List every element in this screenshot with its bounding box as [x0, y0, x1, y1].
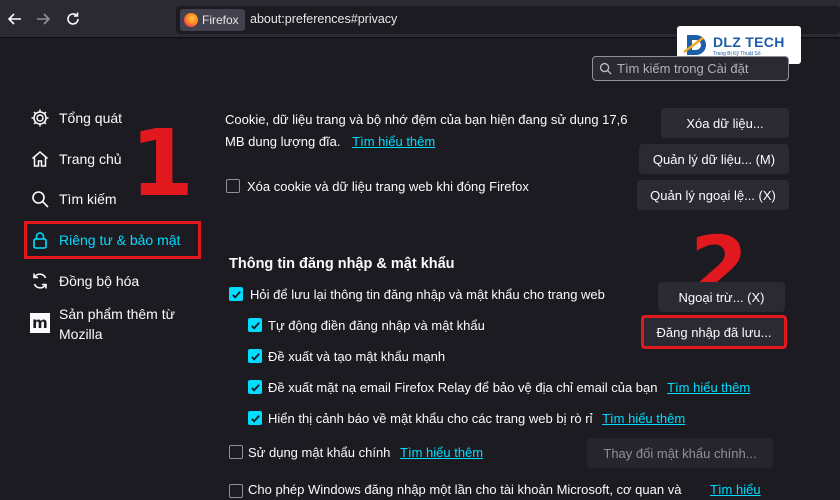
sidebar-item-label: Trang chủ — [59, 151, 122, 167]
windows-sso-label: Cho phép Windows đăng nhập một lần cho t… — [248, 482, 682, 497]
firefox-logo-icon — [184, 13, 198, 27]
windows-sso-checkbox[interactable] — [229, 484, 243, 498]
identity-label: Firefox — [202, 13, 239, 27]
relay-mask-row: Đề xuất mặt nạ email Firefox Relay để bả… — [268, 380, 750, 395]
reload-icon — [67, 12, 79, 25]
sidebar-item-label: Riêng tư & bảo mật — [59, 232, 181, 248]
primary-password-checkbox[interactable] — [229, 445, 243, 459]
ask-save-logins-checkbox[interactable] — [229, 287, 243, 301]
search-icon — [32, 191, 49, 208]
breach-alerts-checkbox[interactable] — [248, 411, 262, 425]
sidebar-item-label: Tổng quát — [59, 110, 123, 126]
step-1-annotation: 1 — [130, 110, 195, 217]
clear-data-button[interactable]: Xóa dữ liệu... — [661, 108, 789, 138]
relay-mask-label: Đề xuất mặt nạ email Firefox Relay để bả… — [268, 380, 658, 395]
sidebar-item-general[interactable]: Tổng quát — [30, 108, 122, 128]
back-arrow-icon — [7, 13, 21, 25]
sidebar-item-label: Tìm kiếm — [59, 191, 117, 207]
autofill-logins-label: Tự động điền đăng nhập và mật khẩu — [268, 318, 485, 333]
breach-learn-more-link[interactable]: Tìm hiểu thêm — [602, 411, 685, 426]
suggest-strong-password-checkbox[interactable] — [248, 349, 262, 363]
search-input[interactable] — [617, 61, 777, 76]
relay-learn-more-link[interactable]: Tìm hiểu thêm — [667, 380, 750, 395]
sidebar-item-label: Mozilla — [59, 326, 103, 342]
search-icon — [599, 62, 612, 75]
breach-alerts-row: Hiển thị cảnh báo về mật khẩu cho các tr… — [268, 411, 685, 426]
sidebar-item-mozilla-addons[interactable]: m Sản phẩm thêm từ Mozilla — [30, 304, 175, 344]
back-button[interactable] — [4, 8, 26, 30]
login-exceptions-button[interactable]: Ngoại trừ... (X) — [658, 282, 785, 312]
sidebar-item-sync[interactable]: Đồng bộ hóa — [30, 271, 139, 291]
relay-mask-checkbox[interactable] — [248, 380, 262, 394]
forward-button[interactable] — [32, 8, 54, 30]
lock-icon — [33, 232, 47, 249]
logins-heading: Thông tin đăng nhập & mật khẩu — [229, 256, 455, 272]
primary-password-learn-more-link[interactable]: Tìm hiểu thêm — [400, 445, 483, 460]
manage-exceptions-button[interactable]: Quản lý ngoại lệ... (X) — [637, 180, 789, 210]
home-icon — [32, 151, 48, 167]
cookie-usage-text: Cookie, dữ liệu trang và bộ nhớ đệm của … — [225, 112, 628, 127]
windows-sso-learn-more-link[interactable]: Tìm hiểu — [710, 482, 761, 497]
saved-logins-button[interactable]: Đăng nhập đã lưu... — [641, 315, 787, 349]
watermark-title: DLZ TECH — [713, 33, 785, 50]
gear-icon — [31, 109, 49, 127]
sidebar-item-search[interactable]: Tìm kiếm — [30, 189, 117, 209]
delete-cookies-on-close-checkbox[interactable] — [226, 179, 240, 193]
delete-cookies-on-close-label: Xóa cookie và dữ liệu trang web khi đóng… — [247, 179, 529, 194]
checkmark-icon — [250, 383, 260, 392]
sync-icon — [33, 273, 47, 289]
checkmark-icon — [250, 352, 260, 361]
identity-box[interactable]: Firefox — [180, 9, 245, 31]
autofill-logins-checkbox[interactable] — [248, 318, 262, 332]
checkmark-icon — [250, 321, 260, 330]
primary-password-label: Sử dụng mật khẩu chính — [248, 445, 391, 460]
url-text[interactable]: about:preferences#privacy — [250, 12, 397, 26]
sidebar-item-home[interactable]: Trang chủ — [30, 149, 122, 169]
ask-save-logins-label: Hỏi để lưu lại thông tin đăng nhập và mậ… — [250, 287, 605, 302]
mozilla-icon: m — [30, 313, 50, 333]
sidebar-item-privacy[interactable]: Riêng tư & bảo mật — [30, 230, 180, 250]
sidebar-item-label: Đồng bộ hóa — [59, 273, 140, 289]
suggest-strong-password-label: Đề xuất và tạo mật khẩu mạnh — [268, 349, 446, 364]
dlz-logo-icon — [683, 35, 706, 55]
checkmark-icon — [250, 414, 260, 423]
checkmark-icon — [231, 290, 241, 299]
sidebar-item-label: Sản phẩm thêm từ — [59, 306, 175, 322]
breach-alerts-label: Hiển thị cảnh báo về mật khẩu cho các tr… — [268, 411, 593, 426]
cookie-usage-text-line2: MB dung lượng đĩa. Tìm hiểu thêm — [225, 134, 435, 149]
cookie-learn-more-link[interactable]: Tìm hiểu thêm — [352, 134, 435, 149]
change-primary-password-button[interactable]: Thay đổi mật khẩu chính... — [587, 438, 773, 468]
manage-data-button[interactable]: Quản lý dữ liệu... (M) — [639, 144, 789, 174]
primary-password-row: Sử dụng mật khẩu chính Tìm hiểu thêm — [248, 445, 483, 460]
cookie-usage-size: MB dung lượng đĩa. — [225, 134, 341, 149]
settings-search[interactable] — [592, 56, 789, 81]
forward-arrow-icon — [37, 13, 51, 25]
reload-button[interactable] — [62, 8, 84, 30]
